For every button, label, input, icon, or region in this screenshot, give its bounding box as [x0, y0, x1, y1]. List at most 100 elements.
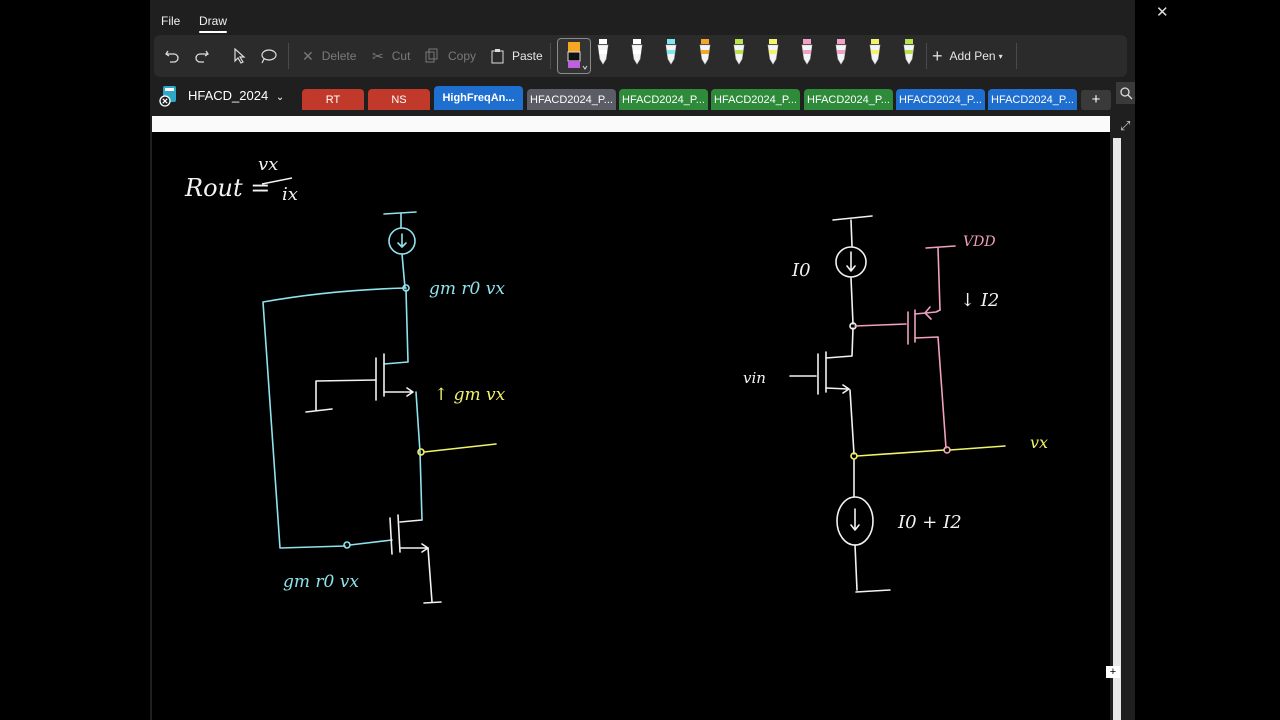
select-button[interactable]	[232, 43, 246, 69]
pen-icon	[665, 39, 677, 65]
rout-numerator: vx	[258, 154, 278, 175]
label-i2: ↓ I2	[960, 290, 999, 311]
paste-label: Paste	[512, 49, 543, 63]
onenote-window: File Draw ✕ Delete ✂ Cut Copy Paste + Ad…	[150, 0, 1135, 720]
pen-swatch[interactable]	[732, 37, 746, 67]
section-tab-label: HFACD2024_P...	[899, 93, 982, 106]
pen-swatch[interactable]	[834, 37, 848, 67]
search-button[interactable]	[1116, 82, 1135, 104]
add-pen-label: Add Pen	[949, 49, 996, 63]
section-tab-label: HFACD2024_P...	[991, 93, 1074, 106]
rout-label: Rout =	[184, 174, 270, 202]
separator	[550, 43, 551, 69]
separator	[1016, 43, 1017, 69]
section-tab-label: HighFreqAn...	[442, 92, 515, 104]
section-tab[interactable]: HFACD2024_P...	[896, 89, 985, 110]
pen-icon	[631, 39, 643, 65]
delete-label: Delete	[321, 49, 357, 63]
label-gm-vx: ↑ gm vx	[434, 385, 506, 405]
section-tab[interactable]: HFACD2024_P...	[619, 89, 708, 110]
right-circuit-pink	[854, 245, 956, 454]
pen-icon	[567, 42, 588, 70]
pen-icon	[801, 39, 813, 65]
pen-swatch[interactable]	[664, 37, 678, 67]
search-icon	[1120, 87, 1133, 100]
section-tab[interactable]: NS	[368, 89, 430, 110]
paste-button[interactable]: Paste	[490, 43, 543, 69]
pen-swatch[interactable]	[596, 37, 610, 67]
label-gm-r0-vx-bottom: gm r0 vx	[283, 572, 359, 592]
section-tab-label: HFACD2024_P...	[622, 93, 705, 106]
notebook-selector[interactable]: HFACD_2024 ⌄	[188, 88, 284, 103]
copy-icon	[425, 48, 438, 63]
section-tab[interactable]: HFACD2024_P...	[711, 89, 800, 110]
notebook-name: HFACD_2024	[188, 88, 269, 103]
delete-icon: ✕	[302, 47, 314, 64]
chevron-down-icon: ⌄	[275, 92, 285, 103]
menu-file[interactable]: File	[161, 14, 180, 28]
cursor-icon	[234, 48, 246, 64]
pen-swatch[interactable]	[902, 37, 916, 67]
separator	[926, 43, 927, 69]
pen-icon	[903, 39, 915, 65]
section-tab-label: RT	[325, 93, 341, 106]
chevron-down-icon: ▾	[998, 51, 1003, 61]
redo-icon	[195, 50, 209, 63]
plus-icon: +	[932, 45, 943, 66]
label-i0-plus-i2: I0 + I2	[897, 512, 962, 533]
copy-label: Copy	[448, 49, 477, 63]
label-gm-r0-vx-top: gm r0 vx	[429, 279, 505, 299]
pen-swatch[interactable]	[766, 37, 780, 67]
cut-button[interactable]: ✂ Cut	[372, 43, 410, 69]
section-tab[interactable]: HFACD2024_P...	[804, 89, 893, 110]
pen-icon	[733, 39, 745, 65]
add-page-icon[interactable]: +	[1106, 666, 1120, 678]
section-tab-label: HFACD2024_P...	[714, 93, 797, 106]
expand-icon[interactable]: ⤢	[1120, 118, 1130, 134]
selected-pen[interactable]	[557, 38, 591, 74]
drawing-canvas[interactable]: Rout = vx ix gm r0 vx ↑ gm vx gm r0 vx I…	[152, 116, 1110, 720]
pen-icon	[835, 39, 847, 65]
section-tab[interactable]: RT	[302, 89, 364, 110]
undo-icon	[165, 50, 179, 63]
undo-button[interactable]	[164, 43, 180, 69]
lasso-button[interactable]	[260, 43, 278, 69]
rout-denominator: ix	[282, 184, 298, 205]
pen-swatch[interactable]	[630, 37, 644, 67]
section-tab-label: NS	[391, 93, 407, 106]
ink-drawing: Rout = vx ix gm r0 vx ↑ gm vx gm r0 vx I…	[184, 154, 1048, 604]
section-tab[interactable]: HFACD2024_P...	[527, 89, 616, 110]
clipboard-icon	[491, 49, 504, 64]
pen-swatch[interactable]	[800, 37, 814, 67]
label-vdd: VDD	[963, 234, 996, 250]
vertical-scrollbar[interactable]	[1113, 138, 1121, 720]
section-tab[interactable]: HighFreqAn...	[434, 86, 523, 110]
pen-icon	[869, 39, 881, 65]
pen-swatch[interactable]	[698, 37, 712, 67]
close-button[interactable]: ✕	[1156, 3, 1169, 21]
copy-button[interactable]: Copy	[424, 43, 476, 69]
scissors-icon: ✂	[372, 47, 384, 64]
separator	[288, 43, 289, 69]
section-tab-label: HFACD2024_P...	[530, 93, 613, 106]
label-vx: vx	[1030, 433, 1048, 452]
add-section-button[interactable]: +	[1081, 90, 1111, 110]
menu-bar: File Draw	[150, 0, 1135, 34]
draw-ribbon: ✕ Delete ✂ Cut Copy Paste + Add Pen ▾	[154, 35, 1127, 77]
lasso-icon	[261, 49, 277, 64]
notebook-bar: HFACD_2024 ⌄ RT NS HighFreqAn... HFACD2024_…	[150, 80, 1135, 112]
redo-button[interactable]	[194, 43, 210, 69]
cut-label: Cut	[391, 49, 411, 63]
pen-swatch[interactable]	[868, 37, 882, 67]
menu-draw[interactable]: Draw	[199, 14, 228, 33]
pen-icon	[767, 39, 779, 65]
label-i0: I0	[791, 260, 811, 281]
section-tab[interactable]: HFACD2024_P...	[988, 89, 1077, 110]
delete-button[interactable]: ✕ Delete	[302, 43, 356, 69]
pen-icon	[597, 39, 609, 65]
section-tab-label: HFACD2024_P...	[807, 93, 890, 106]
pen-icon	[699, 39, 711, 65]
notebook-icon[interactable]	[159, 85, 179, 107]
add-pen-button[interactable]: + Add Pen ▾	[932, 43, 1003, 69]
label-vin: vin	[743, 369, 766, 387]
